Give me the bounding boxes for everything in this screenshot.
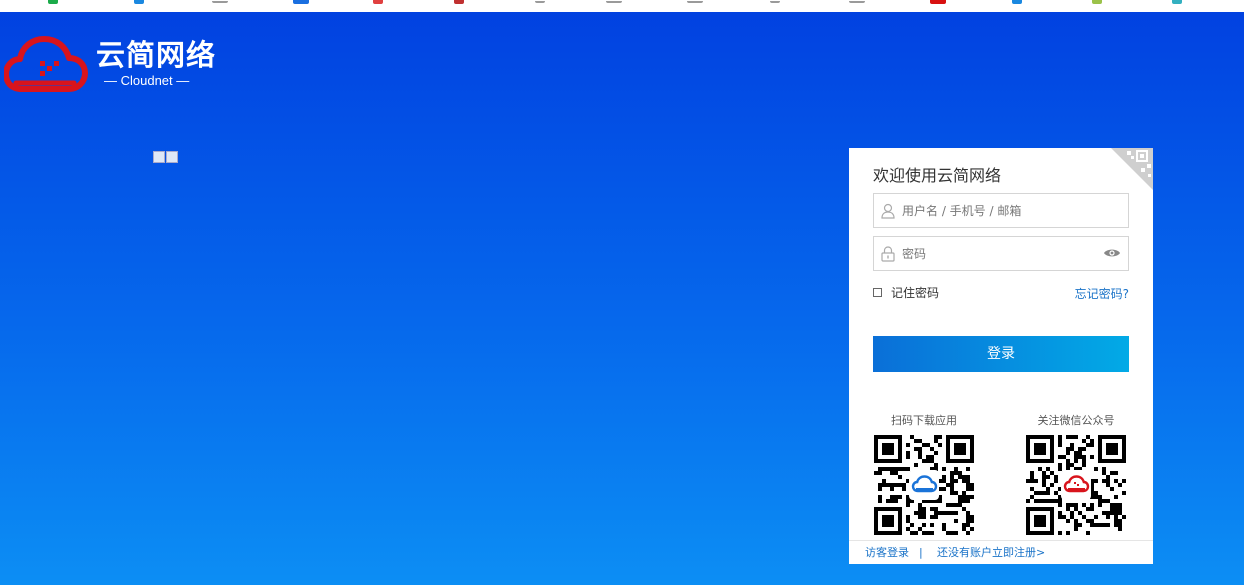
qr-code-image xyxy=(1026,435,1126,535)
cloud-logo-icon xyxy=(4,36,88,92)
brand-subtitle: — Cloudnet — xyxy=(104,73,190,88)
qr-wechat-official: 关注微信公众号 xyxy=(1021,414,1131,535)
eye-icon[interactable] xyxy=(1103,247,1121,259)
bookmark-icon[interactable] xyxy=(770,1,780,3)
qr-download-app: 扫码下载应用 xyxy=(869,414,979,535)
bookmark-icon[interactable] xyxy=(1172,0,1182,4)
username-field[interactable] xyxy=(873,193,1129,228)
password-input[interactable] xyxy=(902,237,1102,270)
bookmark-icon[interactable] xyxy=(293,0,309,4)
register-link[interactable]: 还没有账户立即注册> xyxy=(937,546,1045,560)
bookmark-icon[interactable] xyxy=(48,0,58,4)
broken-image-icon xyxy=(166,151,178,163)
login-footer: 访客登录 | 还没有账户立即注册> xyxy=(849,540,1153,564)
login-title: 欢迎使用云简网络 xyxy=(873,166,1002,185)
broken-image xyxy=(153,148,179,163)
bookmark-icon[interactable] xyxy=(134,0,144,4)
username-input[interactable] xyxy=(902,194,1102,227)
qr-code-image xyxy=(874,435,974,535)
bookmark-icon[interactable] xyxy=(535,1,545,3)
broken-image-icon xyxy=(153,151,165,163)
footer-separator: | xyxy=(919,546,923,559)
bookmark-icon[interactable] xyxy=(849,1,865,3)
bookmarks-bar xyxy=(0,0,1244,12)
user-icon xyxy=(881,203,895,219)
lock-icon xyxy=(881,246,895,262)
brand-name: 云简网络 xyxy=(96,38,217,72)
bookmark-icon[interactable] xyxy=(1012,0,1022,4)
qr-label: 关注微信公众号 xyxy=(1037,414,1115,427)
cloud-blue-icon xyxy=(909,470,939,500)
remember-checkbox[interactable] xyxy=(873,287,882,297)
cloud-red-icon xyxy=(1061,470,1091,500)
password-field[interactable] xyxy=(873,236,1129,271)
login-button[interactable]: 登录 xyxy=(873,336,1129,372)
bookmark-icon[interactable] xyxy=(606,1,622,3)
remember-label: 记住密码 xyxy=(891,285,940,300)
forgot-password-link[interactable]: 忘记密码? xyxy=(1075,285,1129,302)
guest-login-link[interactable]: 访客登录 xyxy=(865,546,909,560)
login-panel: 欢迎使用云简网络 记住密码 忘记密码? 登录 扫码下载应用 xyxy=(849,148,1153,564)
bookmark-icon[interactable] xyxy=(1092,0,1102,4)
bookmark-icon[interactable] xyxy=(373,0,383,4)
bookmark-icon[interactable] xyxy=(454,0,464,4)
bookmark-icon[interactable] xyxy=(930,0,946,4)
qr-login-toggle-icon[interactable] xyxy=(1111,148,1153,190)
brand-logo[interactable]: 云简网络 — Cloudnet — xyxy=(4,33,224,95)
qr-label: 扫码下载应用 xyxy=(891,414,957,427)
remember-password[interactable]: 记住密码 xyxy=(873,285,940,300)
bookmark-icon[interactable] xyxy=(212,1,228,3)
bookmark-icon[interactable] xyxy=(687,1,703,3)
